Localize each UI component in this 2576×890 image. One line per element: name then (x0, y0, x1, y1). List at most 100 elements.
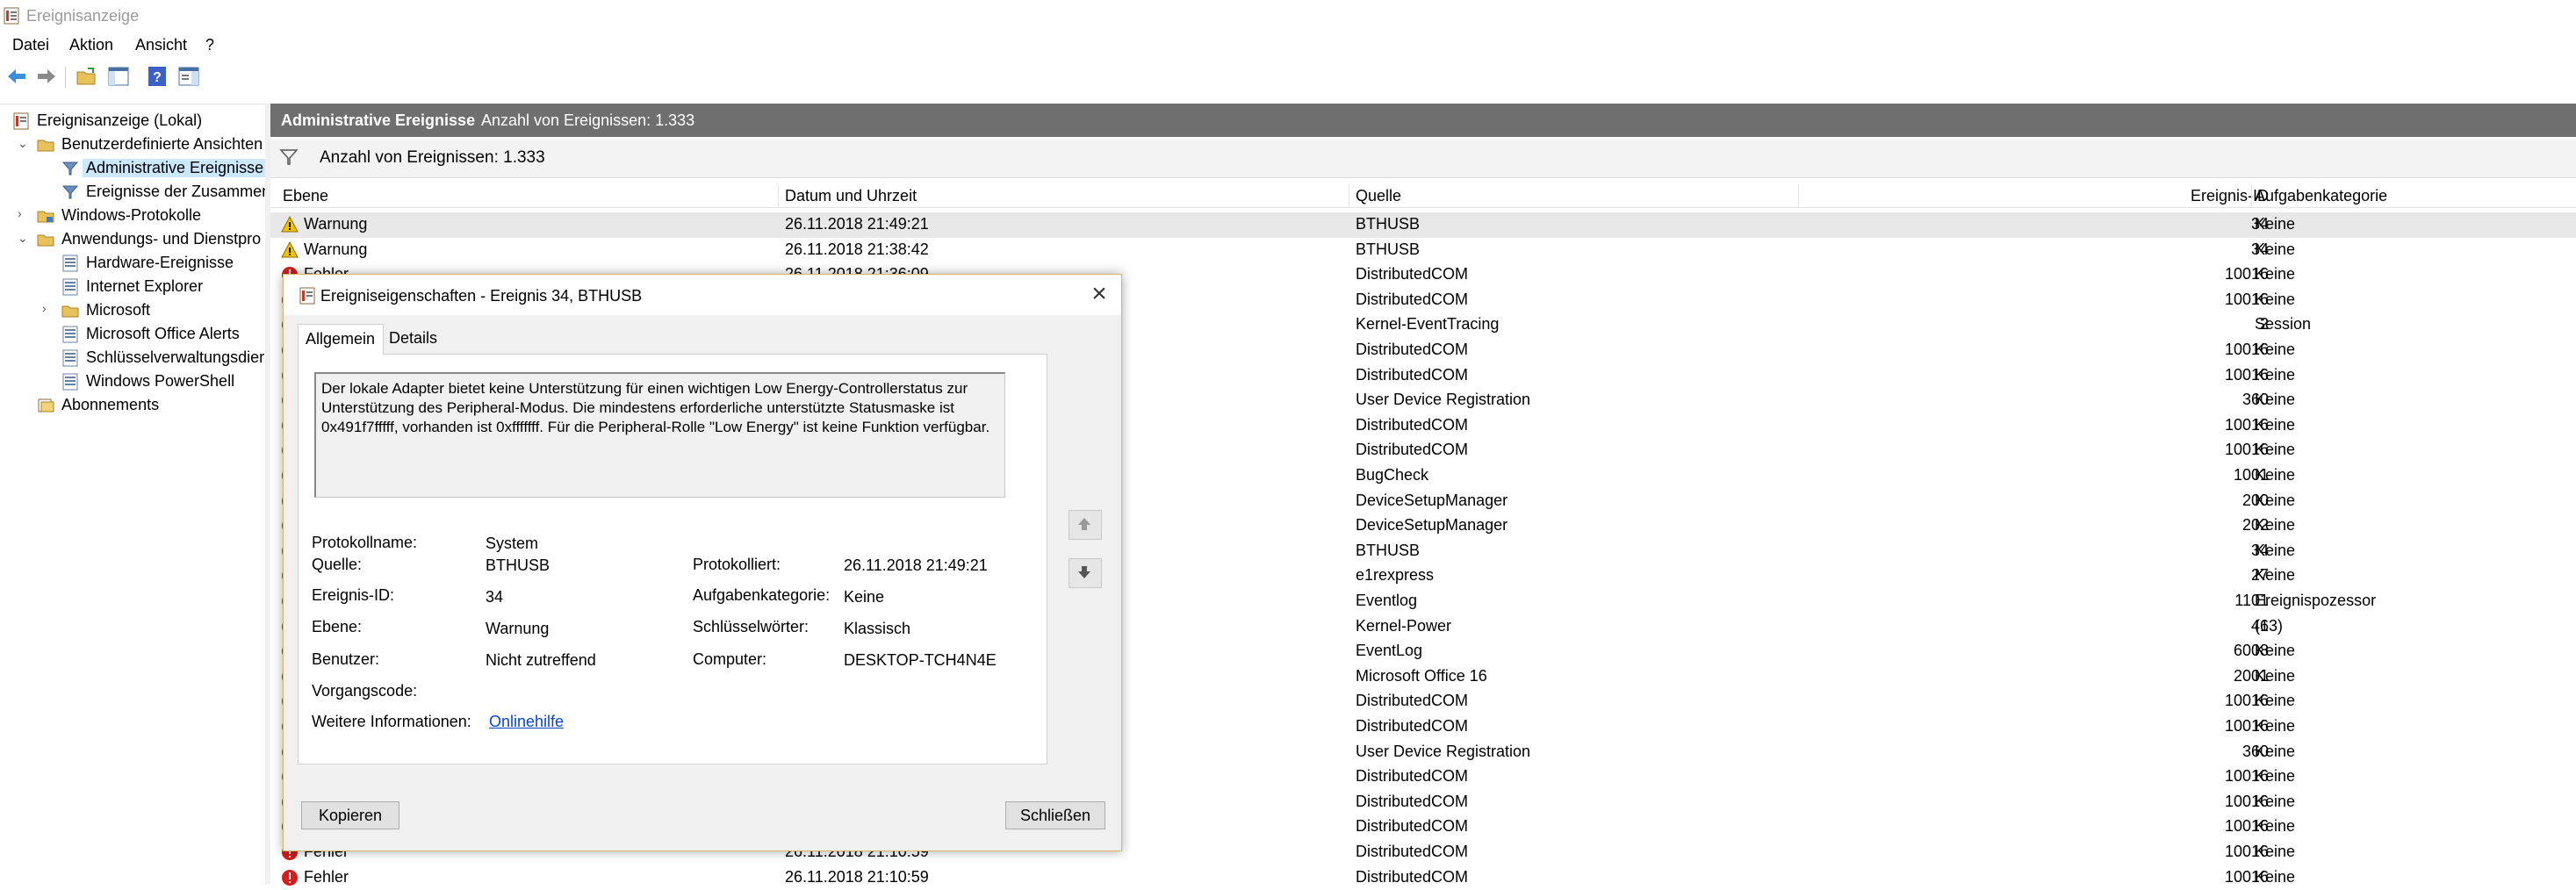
row-source: Microsoft Office 16 (1356, 666, 1487, 685)
filter-icon (61, 161, 79, 176)
row-task-category: Keine (2255, 843, 2296, 860)
next-event-button[interactable] (1069, 558, 1102, 588)
row-source: BugCheck (1356, 466, 1429, 484)
row-event-id: 10016 (2224, 792, 2269, 810)
folder-icon (37, 234, 54, 247)
tab-general[interactable]: Allgemein (298, 324, 384, 355)
row-event-id: 10016 (2224, 767, 2269, 786)
arrow-down-icon (1078, 566, 1090, 578)
row-task-category: Keine (2255, 867, 2296, 886)
open-folder-icon[interactable] (76, 65, 98, 88)
event-properties-dialog: Ereigniseigenschaften - Ereignis 34, BTH… (283, 274, 1122, 851)
label-logged: Protokolliert: (693, 556, 781, 573)
chevron-right-icon[interactable]: › (42, 301, 47, 315)
log-icon (62, 349, 78, 367)
value-task-category: Keine (844, 588, 885, 606)
close-button[interactable]: Schließen (1005, 801, 1105, 829)
row-source: BTHUSB (1356, 541, 1421, 559)
tree-label: Windows-Protokolle (61, 206, 202, 224)
row-event-id: 10016 (2224, 290, 2269, 308)
tree-label: Benutzerdefinierte Ansichten (61, 135, 263, 153)
row-task-category: Keine (2255, 817, 2296, 836)
row-source: DistributedCOM (1356, 365, 1469, 384)
menu-help[interactable]: ? (205, 36, 214, 54)
value-source: BTHUSB (486, 556, 550, 574)
col-task-category[interactable]: Aufgabenkategorie (2255, 187, 2387, 205)
table-row[interactable]: Fehler 26.11.2018 21:10:59 DistributedCOM 1… (270, 865, 2576, 890)
label-more-info: Weitere Informationen: (312, 713, 471, 730)
row-task-category: (63) (2255, 616, 2284, 635)
row-task-category: Keine (2255, 491, 2296, 509)
pane-header: Administrative Ereignisse Anzahl von Ere… (270, 104, 2576, 137)
back-arrow-icon[interactable] (5, 65, 28, 88)
chevron-down-icon[interactable]: ⌄ (18, 231, 28, 246)
folder-icon (37, 211, 54, 223)
folder-icon (37, 140, 54, 152)
table-row[interactable]: Warnung 26.11.2018 21:38:42 BTHUSB 34 Keine (270, 238, 2576, 263)
row-event-id: 27 (2250, 566, 2269, 585)
value-computer: DESKTOP-TCH4N4E (844, 651, 997, 669)
close-icon[interactable]: × (1086, 280, 1112, 308)
svg-text:?: ? (153, 70, 162, 85)
row-task-category: Keine (2255, 441, 2296, 459)
arrow-up-icon (1078, 518, 1090, 530)
row-task-category: Keine (2255, 265, 2296, 284)
row-source: Kernel-Power (1356, 616, 1452, 635)
row-task-category: Keine (2255, 365, 2296, 384)
help-icon[interactable]: ? (146, 65, 169, 88)
row-event-id: 2001 (2233, 666, 2269, 685)
forward-arrow-icon[interactable] (35, 65, 58, 88)
menu-ansicht[interactable]: Ansicht (135, 36, 187, 54)
menu-datei[interactable]: Datei (12, 36, 49, 54)
row-task-category: Keine (2255, 566, 2296, 585)
dialog-title: Ereigniseigenschaften - Ereignis 34, BTH… (320, 287, 643, 305)
label-computer: Computer: (693, 650, 767, 668)
subscriptions-icon (38, 398, 54, 413)
navigation-tree: Ereignisanzeige (Lokal) ⌄ Benutzerdefini… (0, 104, 270, 885)
show-pane-icon[interactable] (107, 65, 130, 88)
row-source: Kernel-EventTracing (1356, 315, 1500, 334)
chevron-right-icon[interactable]: › (18, 206, 22, 220)
copy-button[interactable]: Kopieren (301, 801, 399, 829)
tab-general-label: Allgemein (306, 330, 376, 348)
warning-icon (281, 216, 299, 233)
col-datetime[interactable]: Datum und Uhrzeit (785, 187, 917, 205)
row-event-id: 10016 (2224, 817, 2269, 836)
row-event-id: 10016 (2224, 717, 2269, 735)
row-event-id: 34 (2250, 541, 2269, 559)
row-source: DistributedCOM (1356, 817, 1469, 836)
row-task-category: Keine (2255, 341, 2296, 358)
event-count: Anzahl von Ereignissen: 1.333 (481, 111, 695, 129)
col-level[interactable]: Ebene (283, 187, 328, 205)
dialog-title-bar[interactable]: Ereigniseigenschaften - Ereignis 34, BTH… (284, 275, 1121, 315)
folder-icon (61, 305, 79, 318)
label-level: Ebene: (312, 618, 363, 635)
chevron-down-icon[interactable]: ⌄ (18, 136, 28, 151)
row-event-id: 360 (2241, 742, 2269, 760)
row-event-id: 10016 (2224, 441, 2269, 459)
event-viewer-app-icon (4, 7, 19, 25)
tab-details[interactable]: Details (382, 324, 449, 354)
col-event-id[interactable]: Ereignis-ID (2163, 187, 2269, 205)
row-event-id: 6008 (2233, 642, 2269, 660)
column-separator[interactable] (2251, 184, 2252, 207)
online-help-link[interactable]: Onlinehilfe (489, 713, 564, 731)
row-event-id: 360 (2241, 391, 2269, 409)
menu-aktion[interactable]: Aktion (69, 36, 113, 54)
row-task-category: Ereignispozessor (2255, 592, 2377, 609)
table-row[interactable]: Warnung 26.11.2018 21:49:21 BTHUSB 34 Keine (270, 212, 2576, 238)
row-task-category: Keine (2255, 290, 2296, 308)
event-description[interactable]: Der lokale Adapter bietet keine Unterstü… (314, 372, 1005, 498)
row-source: BTHUSB (1356, 215, 1421, 233)
row-level: Fehler (304, 867, 349, 886)
previous-event-button[interactable] (1069, 510, 1102, 540)
column-separator[interactable] (1798, 184, 1799, 207)
col-source[interactable]: Quelle (1356, 187, 1401, 205)
row-task-category: Keine (2255, 215, 2296, 233)
value-level: Warnung (486, 620, 550, 637)
copy-button-label: Kopieren (318, 807, 383, 824)
row-task-category: Keine (2255, 717, 2296, 735)
properties-pane-icon[interactable] (177, 65, 200, 88)
column-separator[interactable] (778, 184, 779, 207)
row-task-category: Keine (2255, 666, 2296, 685)
